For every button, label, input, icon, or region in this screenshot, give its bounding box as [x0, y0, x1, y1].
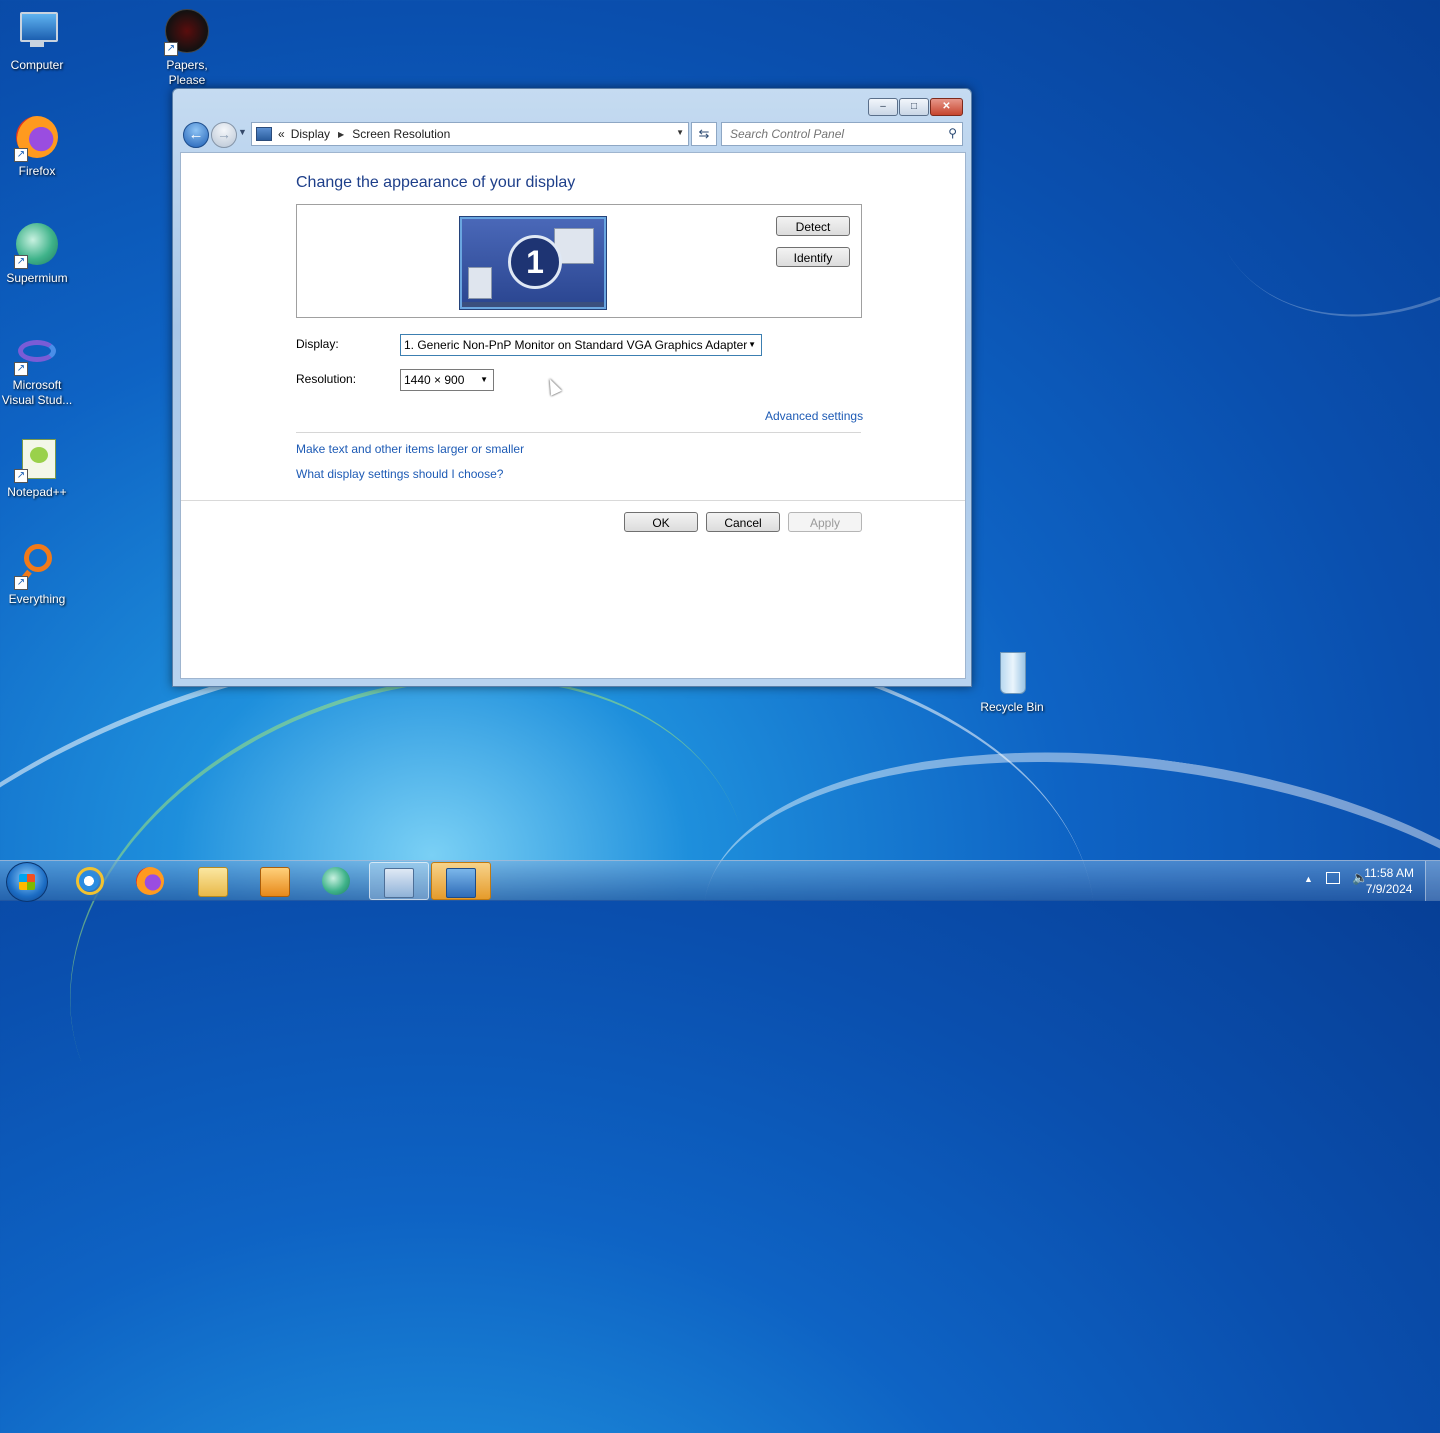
cancel-button[interactable]: Cancel: [706, 512, 780, 532]
papers-please-icon: ↗: [164, 8, 210, 56]
desktop-icon-supermium[interactable]: ↗ Supermium: [0, 221, 74, 286]
supermium-icon: [322, 867, 350, 895]
internet-explorer-icon: [76, 867, 104, 895]
notepadpp-icon: ↗: [14, 435, 60, 483]
display-settings-icon: [446, 868, 476, 898]
desktop-icon-label: Notepad++: [7, 485, 67, 499]
desktop-icon-label: Computer: [10, 58, 64, 72]
monitor-thumbnail[interactable]: 1: [460, 217, 606, 309]
taskbar-supermium[interactable]: [308, 862, 364, 900]
taskbar-media-player[interactable]: [246, 862, 302, 900]
firefox-icon: [136, 867, 164, 895]
everything-icon: ↗: [14, 542, 60, 590]
breadcrumb-display[interactable]: Display: [291, 127, 330, 141]
page-title: Change the appearance of your display: [296, 174, 576, 191]
resolution-select-value: 1440 × 900: [404, 373, 465, 387]
taskbar-control-panel[interactable]: [369, 862, 429, 900]
back-button[interactable]: ←: [183, 122, 209, 148]
folder-icon: [198, 867, 228, 897]
search-icon[interactable]: ⚲: [948, 126, 957, 140]
navigation-bar: ← → ▼ « Display ▶ Screen Resolution ▼ ⇆ …: [181, 121, 963, 149]
display-label: Display:: [296, 337, 339, 351]
minimize-button[interactable]: –: [868, 98, 898, 116]
start-button[interactable]: [6, 862, 48, 902]
taskbar-firefox[interactable]: [122, 862, 178, 900]
monitor-number: 1: [508, 235, 562, 289]
chevron-down-icon: ▼: [748, 340, 756, 349]
desktop-icon-visual-studio[interactable]: ↗ Microsoft Visual Stud...: [0, 328, 74, 408]
network-icon[interactable]: [1326, 872, 1340, 884]
display-help-link[interactable]: What display settings should I choose?: [296, 467, 503, 481]
taskbar-file-explorer[interactable]: [184, 862, 240, 900]
system-tray: ▲ 🔈 11:58 AM 7/9/2024: [1260, 861, 1440, 901]
control-panel-icon: [256, 127, 272, 141]
desktop-icon-computer[interactable]: Computer: [0, 8, 74, 73]
control-panel-icon: [384, 868, 414, 898]
forward-button[interactable]: →: [211, 122, 237, 148]
divider: [296, 432, 861, 433]
breadcrumb-separator-icon[interactable]: ▶: [338, 130, 344, 139]
desktop-icon-firefox[interactable]: ↗ Firefox: [0, 114, 74, 179]
search-input[interactable]: [728, 123, 932, 145]
recent-pages-dropdown[interactable]: ▼: [238, 127, 247, 137]
desktop-icon-everything[interactable]: ↗ Everything: [0, 542, 74, 607]
address-dropdown-icon[interactable]: ▼: [676, 128, 684, 137]
firefox-icon: ↗: [14, 114, 60, 162]
desktop-icon-notepadpp[interactable]: ↗ Notepad++: [0, 435, 74, 500]
advanced-settings-link[interactable]: Advanced settings: [765, 409, 863, 423]
close-button[interactable]: ✕: [930, 98, 963, 116]
taskbar: ▲ 🔈 11:58 AM 7/9/2024: [0, 860, 1440, 902]
breadcrumb-overflow[interactable]: «: [278, 127, 285, 141]
detect-button[interactable]: Detect: [776, 216, 850, 236]
ok-button[interactable]: OK: [624, 512, 698, 532]
text-size-link[interactable]: Make text and other items larger or smal…: [296, 442, 524, 456]
taskbar-internet-explorer[interactable]: [62, 862, 118, 900]
address-bar[interactable]: « Display ▶ Screen Resolution ▼: [251, 122, 689, 146]
taskbar-screen-resolution[interactable]: [431, 862, 491, 900]
monitor-window-icon: [468, 267, 492, 299]
divider: [181, 500, 965, 501]
media-player-icon: [260, 867, 290, 897]
identify-button[interactable]: Identify: [776, 247, 850, 267]
desktop-icon-recycle-bin[interactable]: Recycle Bin: [975, 650, 1049, 715]
supermium-icon: ↗: [14, 221, 60, 269]
desktop-icon-label: Firefox: [18, 164, 56, 178]
display-select-value: 1. Generic Non-PnP Monitor on Standard V…: [404, 338, 748, 352]
display-select[interactable]: 1. Generic Non-PnP Monitor on Standard V…: [400, 334, 762, 356]
desktop-icon-label: Recycle Bin: [980, 700, 1044, 714]
computer-icon: [14, 8, 60, 54]
display-preview-area: 1 Detect Identify: [296, 204, 862, 318]
search-box[interactable]: ⚲: [721, 122, 963, 146]
monitor-taskbar-icon: [462, 302, 604, 307]
content-pane: Change the appearance of your display 1 …: [180, 152, 966, 679]
maximize-button[interactable]: □: [899, 98, 929, 116]
screen-resolution-window: – □ ✕ ← → ▼ « Display ▶ Screen Resolutio…: [172, 88, 972, 687]
recycle-bin-icon: [989, 650, 1035, 696]
breadcrumb-screen-resolution[interactable]: Screen Resolution: [352, 127, 450, 141]
desktop-icon-papers-please[interactable]: ↗ Papers, Please: [150, 8, 224, 88]
clock-date: 7/9/2024: [1365, 882, 1413, 896]
apply-button[interactable]: Apply: [788, 512, 862, 532]
show-hidden-icons-icon[interactable]: ▲: [1304, 874, 1313, 884]
desktop-icon-label: Supermium: [6, 271, 68, 285]
window-controls: – □ ✕: [868, 98, 963, 116]
refresh-button[interactable]: ⇆: [691, 122, 717, 146]
desktop-icon-label: Papers, Please: [166, 58, 208, 87]
desktop-icon-label: Microsoft Visual Stud...: [1, 378, 73, 407]
visual-studio-icon: ↗: [14, 328, 60, 376]
clock-time: 11:58 AM: [1364, 866, 1414, 880]
wallpaper-swoosh: [1151, 0, 1440, 383]
clock[interactable]: 11:58 AM 7/9/2024: [1364, 865, 1414, 897]
resolution-select[interactable]: 1440 × 900 ▼: [400, 369, 494, 391]
desktop-icon-label: Everything: [8, 592, 66, 606]
show-desktop-button[interactable]: [1425, 861, 1440, 901]
chevron-down-icon: ▼: [480, 375, 488, 384]
resolution-label: Resolution:: [296, 372, 357, 386]
